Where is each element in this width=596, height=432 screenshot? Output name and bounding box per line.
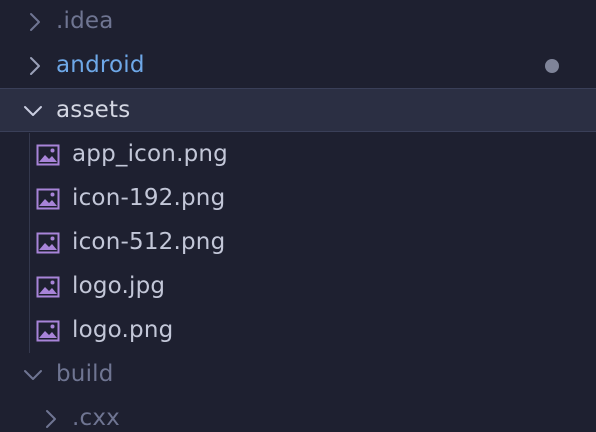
tree-item-label: .cxx [72,405,120,431]
tree-item-label: app_icon.png [72,141,228,167]
image-file-icon [36,144,60,166]
tree-item-label: assets [56,97,131,123]
tree-item-label: icon-192.png [72,185,226,211]
tree-item-idea[interactable]: .idea [0,0,596,44]
image-file-icon [36,232,60,254]
tree-item-cxx[interactable]: .cxx [0,397,596,432]
modified-dot-icon [545,59,559,73]
chevron-right-icon[interactable] [24,55,46,77]
image-file-icon [36,276,60,298]
tree-item-icon-192-png[interactable]: icon-192.png [0,177,596,221]
image-file-icon [36,188,60,210]
tree-item-android[interactable]: android [0,44,596,88]
tree-item-label: build [56,361,114,387]
tree-item-logo-png[interactable]: logo.png [0,309,596,353]
tree-item-logo-jpg[interactable]: logo.jpg [0,265,596,309]
tree-item-app-icon-png[interactable]: app_icon.png [0,133,596,177]
tree-item-label: .idea [56,8,114,34]
tree-item-label: android [56,52,145,78]
tree-item-icon-512-png[interactable]: icon-512.png [0,221,596,265]
tree-item-build[interactable]: build [0,353,596,397]
image-file-icon [36,320,60,342]
tree-item-label: icon-512.png [72,229,226,255]
chevron-down-icon[interactable] [22,364,44,386]
chevron-right-icon[interactable] [24,11,46,33]
tree-item-label: logo.jpg [72,273,166,299]
file-explorer: .idea android assets app_icon.png icon-1… [0,0,596,432]
chevron-right-icon[interactable] [40,408,62,430]
tree-item-assets[interactable]: assets [0,88,596,132]
chevron-down-icon[interactable] [22,100,44,122]
tree-item-label: logo.png [72,317,174,343]
